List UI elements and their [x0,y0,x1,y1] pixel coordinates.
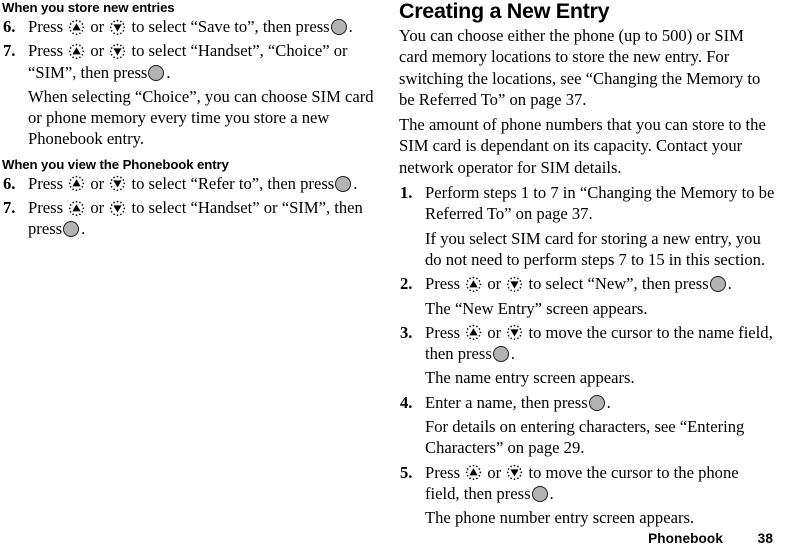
right-note-name-entry-screen: The name entry screen appears. [425,368,635,388]
down-arrow-key-icon [109,43,126,60]
step-text-d: . [81,219,86,239]
up-arrow-key-icon [465,464,482,481]
step-text-c: to select “New”, then press [528,274,709,294]
step-7-handset-choice-sim: 7. Press or to select “Handset”, “Choice… [2,40,380,83]
step-number: 7. [3,198,16,218]
step-text: Press or [28,40,380,83]
left-note-choice-memory: When selecting “Choice”, you can choose … [28,86,374,149]
step-text-b: or [487,274,502,294]
up-arrow-key-icon [68,175,85,192]
intro-paragraph-sim-capacity: The amount of phone numbers that you can… [399,115,766,177]
center-select-key-icon [330,19,347,35]
right-note-sim-skip-steps: If you select SIM card for storing a new… [425,228,766,269]
down-arrow-key-icon [109,19,126,36]
step-text: Press or [28,16,380,37]
step-text-d: . [727,274,732,294]
up-arrow-key-icon [68,43,85,60]
right-note-entering-characters: For details on entering characters, see … [425,417,745,458]
footer-chapter-name: Phonebook [648,531,723,546]
manual-page: When you store new entries 6. Press or t… [0,0,785,549]
step-text-b: or [90,173,105,193]
step-text-b: or [90,17,105,36]
step-text-b: or [487,322,502,342]
step-text-c: to select “Save to”, then press [131,17,330,36]
center-select-key-icon [148,64,165,81]
step-number: 2. [400,274,413,294]
down-arrow-key-icon [109,200,126,217]
step-number: 6. [3,173,16,193]
page-footer: Phonebook 38 [0,531,773,547]
step-number: 1. [400,183,413,203]
down-arrow-key-icon [109,175,126,192]
step-text-d: . [353,173,358,193]
step-text-a: Press [28,198,64,218]
step-text-b: or [487,462,502,482]
step-2-select-new: 2. Press or to select “New”, then press … [399,273,775,294]
step-text: Perform steps 1 to 7 in “Changing the Me… [425,183,775,224]
up-arrow-key-icon [465,324,482,341]
step-6-refer-to: 6. Press or to select “Refer to”, then p… [2,173,380,194]
center-select-key-icon [335,175,352,192]
down-arrow-key-icon [506,464,523,481]
step-text-d: . [549,483,554,503]
step-5-cursor-phone-field: 5. Press or to move the cursor to the ph… [399,462,775,505]
step-text: Press or [28,197,380,240]
step-text-a: Enter a name, then press [425,392,588,412]
intro-paragraph-memory-locations: You can choose either the phone (up to 5… [399,26,761,109]
down-arrow-key-icon [506,324,523,341]
step-text-d: . [606,392,611,412]
step-text-b: or [90,41,105,61]
step-number: 5. [400,462,413,482]
step-text: Press or [425,322,775,365]
center-select-key-icon [588,394,605,411]
step-number: 6. [3,17,16,36]
step-text-a: Press [28,173,64,193]
up-arrow-key-icon [68,200,85,217]
up-arrow-key-icon [465,276,482,293]
step-text-a: Press [425,462,461,482]
left-section-heading-store-new-entries: When you store new entries [2,0,175,15]
left-section-heading-view-phonebook-entry: When you view the Phonebook entry [2,156,229,172]
step-number: 4. [400,392,413,412]
up-arrow-key-icon [68,19,85,36]
step-7-handset-or-sim: 7. Press or to select “Handset” or “SIM”… [2,197,380,240]
center-select-key-icon [531,485,548,502]
left-column: When you store new entries 6. Press or t… [2,0,380,240]
step-text-a: Press [425,274,461,294]
right-column: Creating a New Entry You can choose eith… [399,0,775,529]
step-text-a: Press [28,17,64,36]
step-6-save-to: 6. Press or to select “Save to”, then pr… [2,16,380,37]
step-text-a: Press [425,322,461,342]
step-text: Press or [425,462,775,505]
page-title: Creating a New Entry [399,0,610,23]
center-select-key-icon [63,221,80,238]
step-3-cursor-name-field: 3. Press or to move the cursor to the na… [399,322,775,365]
step-text-d: . [348,17,353,36]
down-arrow-key-icon [506,276,523,293]
step-1-perform-steps: 1. Perform steps 1 to 7 in “Changing the… [399,182,775,225]
center-select-key-icon [492,346,509,363]
step-text-c: to select “Refer to”, then press [131,173,335,193]
right-note-phone-number-entry-screen: The phone number entry screen appears. [425,508,695,528]
right-note-new-entry-screen: The “New Entry” screen appears. [425,298,648,318]
step-text: Enter a name, then press. [425,392,775,413]
step-text-d: . [510,344,515,364]
step-text-d: . [166,62,171,82]
step-number: 3. [400,322,413,342]
step-number: 7. [3,41,16,61]
step-text-a: Press [28,41,64,61]
footer-page-number: 38 [757,531,773,546]
step-4-enter-name: 4. Enter a name, then press. [399,392,775,413]
step-text: Press or [28,173,380,194]
center-select-key-icon [709,276,726,293]
step-text: Press or [425,273,775,294]
step-text-b: or [90,198,105,218]
